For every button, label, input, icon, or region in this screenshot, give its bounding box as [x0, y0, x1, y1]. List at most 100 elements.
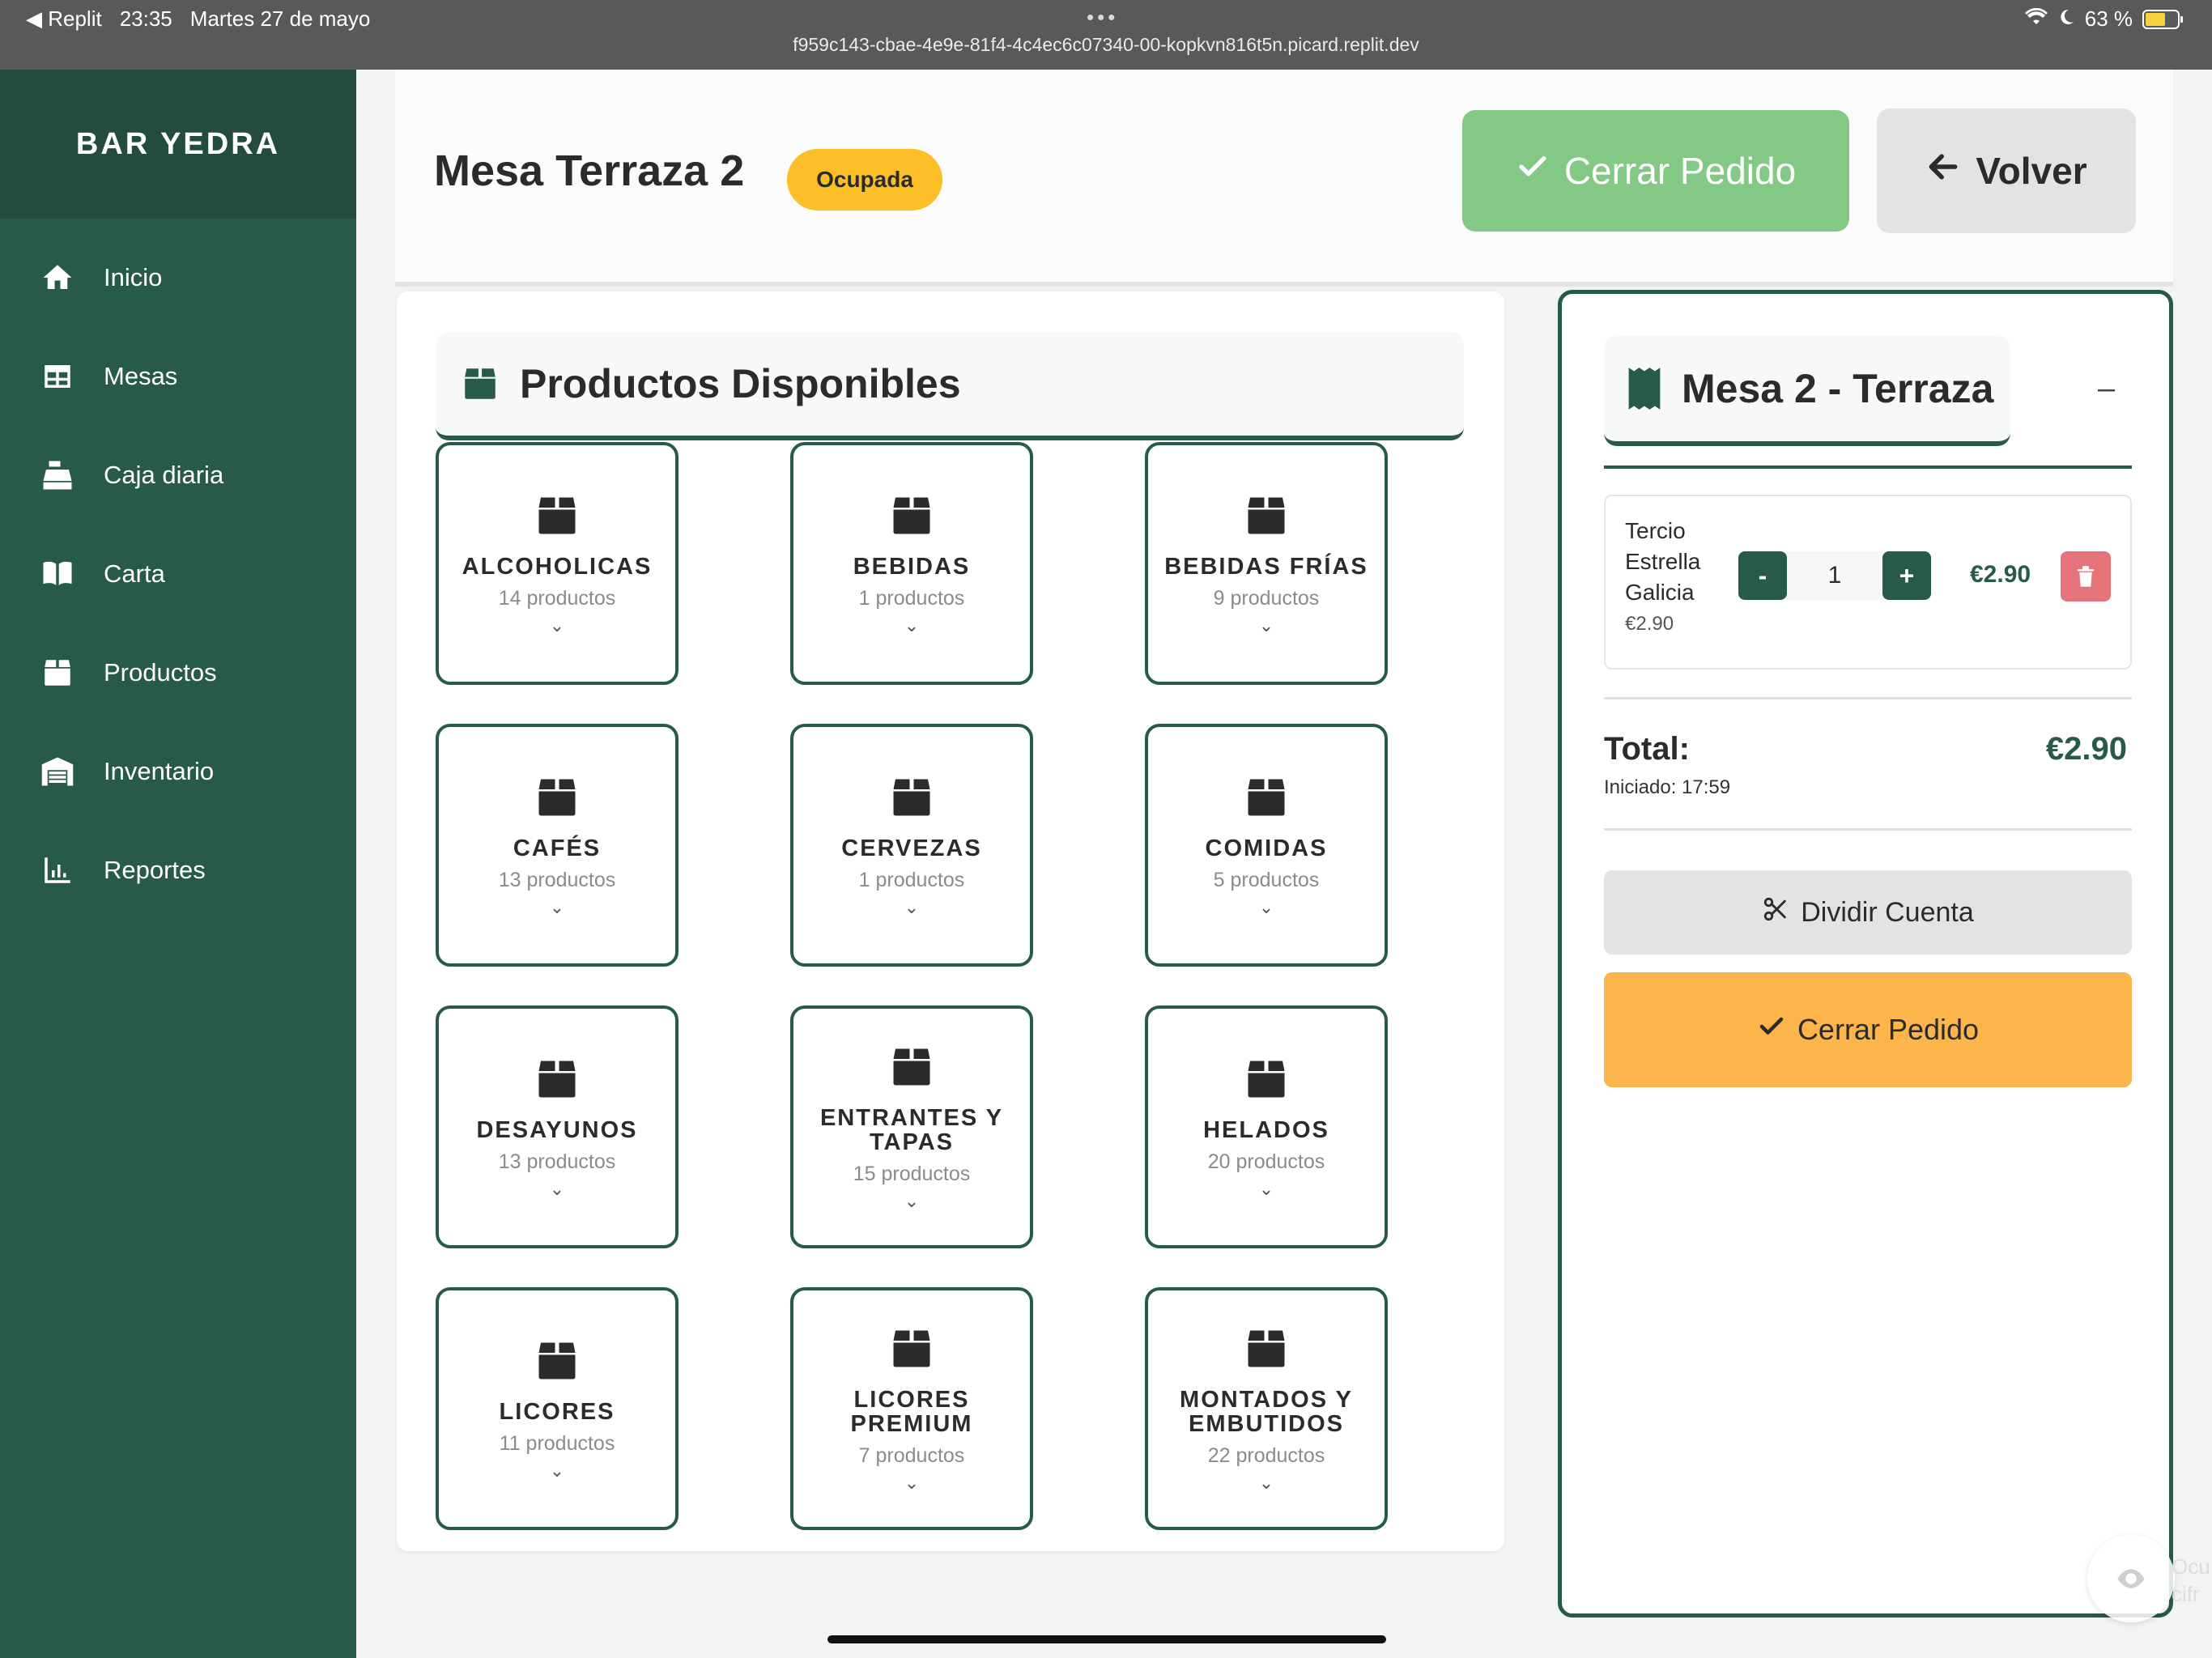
order-item-name: Tercio Estrella Galicia — [1625, 518, 1701, 605]
category-name: ENTRANTES Y TAPAS — [819, 1104, 1004, 1155]
brand-logo[interactable]: BAR YEDRA — [0, 70, 356, 219]
table-icon — [39, 358, 76, 395]
split-bill-button[interactable]: Dividir Cuenta — [1604, 870, 2132, 954]
chart-icon — [39, 852, 76, 889]
sidebar-item-label: Reportes — [104, 856, 206, 884]
category-card[interactable]: CERVEZAS 1 productos ⌄ — [790, 724, 1033, 967]
category-count: 13 productos — [498, 868, 616, 891]
box-icon — [893, 497, 930, 534]
minimize-button[interactable]: – — [2098, 372, 2115, 406]
category-card[interactable]: BEBIDAS FRÍAS 9 productos ⌄ — [1145, 442, 1388, 685]
category-card[interactable]: LICORES PREMIUM 7 productos ⌄ — [790, 1287, 1033, 1530]
category-count: 22 productos — [1207, 1443, 1325, 1467]
category-name: BEBIDAS FRÍAS — [1164, 553, 1368, 580]
receipt-icon — [1628, 368, 1661, 410]
category-count: 15 productos — [853, 1162, 971, 1185]
chevron-down-icon: ⌄ — [1258, 614, 1274, 636]
privacy-toggle-button[interactable] — [2087, 1535, 2175, 1622]
close-order-button-bottom[interactable]: Cerrar Pedido — [1604, 972, 2132, 1087]
close-order-button[interactable]: Cerrar Pedido — [1462, 110, 1849, 232]
category-card[interactable]: ALCOHOLICAS 14 productos ⌄ — [436, 442, 678, 685]
chevron-down-icon: ⌄ — [904, 614, 920, 636]
order-title: Mesa 2 - Terraza — [1682, 366, 1994, 411]
category-name: ALCOHOLICAS — [462, 553, 653, 580]
box-icon — [893, 1330, 930, 1367]
chevron-down-icon: ⌄ — [549, 896, 565, 917]
category-card[interactable]: HELADOS 20 productos ⌄ — [1145, 1005, 1388, 1248]
sidebar-item-reportes[interactable]: Reportes — [0, 821, 356, 920]
chevron-down-icon: ⌄ — [904, 896, 920, 917]
category-count: 13 productos — [498, 1150, 616, 1173]
sidebar-item-label: Inventario — [104, 757, 215, 785]
close-order-label: Cerrar Pedido — [1563, 150, 1797, 192]
privacy-toggle-label: Ocu cifr — [2172, 1553, 2210, 1608]
quantity-field[interactable]: 1 — [1787, 551, 1882, 600]
status-time: 23:35 — [119, 6, 172, 31]
category-name: LICORES — [499, 1398, 615, 1425]
home-icon — [39, 259, 76, 296]
sidebar-item-carta[interactable]: Carta — [0, 525, 356, 623]
moon-icon — [2057, 6, 2075, 32]
url-label: f959c143-cbae-4e9e-81f4-4c4ec6c07340-00-… — [793, 34, 1419, 55]
chevron-down-icon: ⌄ — [1258, 896, 1274, 917]
chevron-down-icon: ⌄ — [904, 1190, 920, 1211]
arrow-left-icon — [1925, 149, 1961, 193]
category-card[interactable]: LICORES 11 productos ⌄ — [436, 1287, 678, 1530]
box-icon — [538, 1061, 576, 1097]
increase-qty-button[interactable]: + — [1882, 551, 1931, 600]
category-name: LICORES PREMIUM — [850, 1386, 973, 1437]
category-card[interactable]: CAFÉS 13 productos ⌄ — [436, 724, 678, 967]
back-to-replit-link[interactable]: ◀ Replit — [26, 6, 102, 32]
sidebar-item-productos[interactable]: Productos — [0, 623, 356, 722]
home-indicator[interactable] — [827, 1635, 1386, 1643]
sidebar-item-label: Caja diaria — [104, 461, 224, 489]
status-badge: Ocupada — [787, 149, 942, 210]
category-card[interactable]: MONTADOS Y EMBUTIDOS 22 productos ⌄ — [1145, 1287, 1388, 1530]
sidebar-item-inventario[interactable]: Inventario — [0, 722, 356, 821]
decrease-qty-button[interactable]: - — [1738, 551, 1787, 600]
category-name: CERVEZAS — [841, 835, 982, 861]
box-icon — [1248, 1330, 1285, 1367]
battery-percent: 63 % — [2084, 6, 2133, 31]
category-card[interactable]: DESAYUNOS 13 productos ⌄ — [436, 1005, 678, 1248]
category-count: 20 productos — [1207, 1150, 1325, 1173]
sidebar-item-mesas[interactable]: Mesas — [0, 327, 356, 426]
eye-icon — [2117, 1569, 2145, 1588]
category-count: 14 productos — [498, 586, 616, 610]
category-card[interactable]: ENTRANTES Y TAPAS 15 productos ⌄ — [790, 1005, 1033, 1248]
sidebar-nav: Inicio Mesas Caja diaria Carta Productos… — [0, 228, 356, 920]
status-bar: ◀ Replit 23:35 Martes 27 de mayo ••• f95… — [0, 0, 2212, 70]
cash-register-icon — [39, 457, 76, 494]
order-header: Mesa 2 - Terraza — [1604, 336, 2010, 446]
box-icon — [893, 779, 930, 815]
close-order-label: Cerrar Pedido — [1797, 1013, 1980, 1046]
chevron-down-icon: ⌄ — [549, 614, 565, 636]
order-item: Tercio Estrella Galicia €2.90 - 1 + €2.9… — [1604, 495, 2132, 670]
products-header: Productos Disponibles — [436, 332, 1464, 440]
order-item-total: €2.90 — [1970, 561, 2031, 588]
sidebar-item-caja-diaria[interactable]: Caja diaria — [0, 426, 356, 525]
chevron-down-icon: ⌄ — [1258, 1472, 1274, 1493]
category-name: CAFÉS — [513, 835, 602, 861]
category-name: MONTADOS Y EMBUTIDOS — [1180, 1386, 1353, 1437]
category-count: 9 productos — [1213, 586, 1320, 610]
category-name: DESAYUNOS — [476, 1116, 638, 1143]
box-icon — [893, 1048, 930, 1085]
sidebar: BAR YEDRA Inicio Mesas Caja diaria Carta… — [0, 70, 356, 1658]
total-label: Total: — [1604, 731, 1690, 767]
split-bill-label: Dividir Cuenta — [1801, 896, 1974, 928]
multitask-dots[interactable]: ••• — [1087, 5, 1118, 30]
sidebar-item-inicio[interactable]: Inicio — [0, 228, 356, 327]
back-button[interactable]: Volver — [1877, 108, 2136, 233]
delete-item-button[interactable] — [2061, 551, 2111, 602]
category-card[interactable]: BEBIDAS 1 productos ⌄ — [790, 442, 1033, 685]
box-icon — [39, 654, 76, 691]
category-count: 5 productos — [1213, 868, 1320, 891]
divider — [1604, 828, 2132, 831]
order-item-unit-price: €2.90 — [1625, 613, 1674, 635]
book-icon — [39, 555, 76, 593]
category-card[interactable]: COMIDAS 5 productos ⌄ — [1145, 724, 1388, 967]
chevron-down-icon: ⌄ — [549, 1178, 565, 1199]
box-icon — [538, 1342, 576, 1379]
products-title: Productos Disponibles — [520, 361, 961, 406]
